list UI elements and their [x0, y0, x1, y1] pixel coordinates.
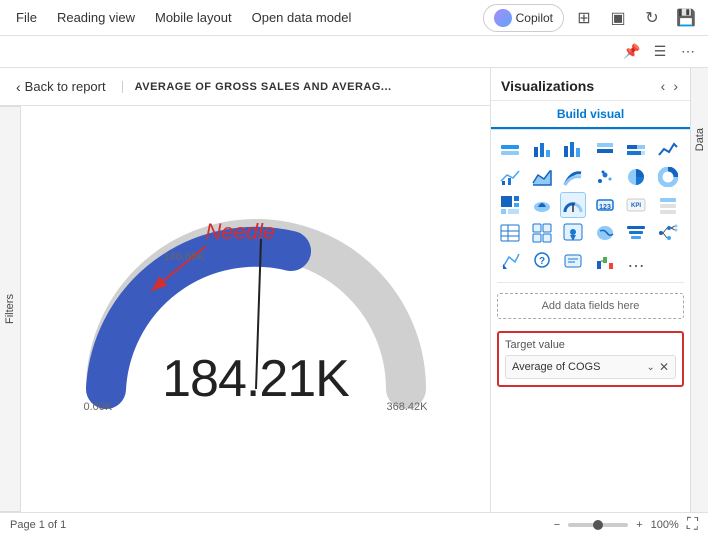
more-visuals-icon[interactable]: … — [623, 248, 649, 274]
copilot-icon — [494, 9, 512, 27]
status-bar: Page 1 of 1 − + 100% ⛶ — [0, 512, 708, 536]
display-icon[interactable]: ▣ — [604, 4, 632, 32]
target-section: Target value Average of COGS ⌄ ✕ — [497, 331, 684, 387]
data-panel-label: Data — [694, 128, 706, 151]
target-value-label: Target value — [505, 339, 676, 351]
table-icon[interactable] — [497, 220, 523, 246]
gauge-max-label: 368.42K — [387, 401, 428, 413]
area-chart-icon[interactable] — [529, 164, 555, 190]
open-data-model-menu[interactable]: Open data model — [244, 6, 360, 29]
needle-arrow-svg — [136, 241, 216, 301]
zoom-plus-icon[interactable]: + — [636, 519, 642, 531]
svg-text:?: ? — [538, 256, 544, 267]
copilot-label: Copilot — [516, 11, 553, 25]
viz-panel-arrows: ‹ › — [659, 76, 680, 96]
main-area: ‹ Back to report AVERAGE OF GROSS SALES … — [0, 68, 708, 512]
gauge-main-value: 184.21K — [162, 349, 349, 409]
binoculars-icon[interactable]: ⊞ — [570, 4, 598, 32]
gauge-container: Needle 146.65K — [76, 189, 436, 429]
viz-divider — [497, 282, 684, 283]
waterfall-icon[interactable] — [592, 248, 618, 274]
refresh-icon[interactable]: ↻ — [638, 4, 666, 32]
ribbon-chart-icon[interactable] — [560, 164, 586, 190]
viz-panel-header: Visualizations ‹ › — [491, 68, 690, 101]
stacked-column-icon[interactable] — [592, 136, 618, 162]
funnel-chart-icon[interactable] — [623, 220, 649, 246]
more-icon[interactable]: ⋯ — [676, 40, 700, 64]
file-menu[interactable]: File — [8, 6, 45, 29]
canvas-area: ‹ Back to report AVERAGE OF GROSS SALES … — [0, 68, 490, 512]
mobile-layout-menu[interactable]: Mobile layout — [147, 6, 240, 29]
azure-map-icon[interactable] — [560, 220, 586, 246]
target-chevron-icon[interactable]: ⌄ — [647, 362, 655, 373]
zoom-minus-icon[interactable]: − — [554, 519, 560, 531]
viz-collapse-left-icon[interactable]: ‹ — [659, 76, 668, 96]
slicer-icon[interactable] — [655, 192, 681, 218]
svg-text:123: 123 — [599, 204, 611, 211]
report-header: ‹ Back to report AVERAGE OF GROSS SALES … — [0, 68, 490, 106]
back-to-report-button[interactable]: ‹ Back to report — [8, 75, 114, 99]
filters-tab-label: Filters — [4, 294, 16, 324]
build-visual-tab[interactable]: Build visual — [491, 101, 690, 129]
data-panel-tab[interactable]: Data — [690, 68, 708, 512]
status-right: − + 100% ⛶ — [554, 516, 698, 534]
zoom-thumb — [593, 520, 603, 530]
menu-bar: File Reading view Mobile layout Open dat… — [0, 0, 708, 36]
target-value-field: Average of COGS ⌄ ✕ — [505, 355, 676, 379]
smart-narrative-icon[interactable] — [560, 248, 586, 274]
line-clustered-icon[interactable] — [497, 164, 523, 190]
needle-label-text: Needle — [206, 219, 276, 245]
map-icon[interactable] — [529, 192, 555, 218]
zoom-slider[interactable] — [568, 523, 628, 527]
target-close-icon[interactable]: ✕ — [659, 360, 669, 374]
donut-chart-icon[interactable] — [655, 164, 681, 190]
gauge-icon[interactable] — [560, 192, 586, 218]
matrix-icon[interactable] — [529, 220, 555, 246]
pin-icon[interactable]: 📌 — [620, 40, 644, 64]
viz-collapse-right-icon[interactable]: › — [671, 76, 680, 96]
treemap-icon[interactable] — [497, 192, 523, 218]
target-field-icons: ⌄ ✕ — [647, 360, 669, 374]
gauge-min-label: 0.00K — [84, 401, 113, 413]
gauge-needle-value: 146.65K — [164, 251, 205, 263]
zoom-level: 100% — [651, 519, 679, 531]
clustered-bar-icon[interactable] — [529, 136, 555, 162]
qa-visual-icon[interactable]: ? — [529, 248, 555, 274]
gauge-area: Needle 146.65K — [21, 106, 490, 512]
filled-map-icon[interactable] — [592, 220, 618, 246]
add-data-field[interactable]: Add data fields here — [497, 293, 684, 319]
filters-tab[interactable]: Filters — [0, 106, 21, 512]
filter-icon[interactable]: ☰ — [648, 40, 672, 64]
viz-tab-row: Build visual — [491, 101, 690, 130]
svg-text:KPI: KPI — [631, 203, 641, 209]
page-indicator: Page 1 of 1 — [10, 519, 66, 531]
kpi-icon[interactable]: KPI — [623, 192, 649, 218]
100pct-stacked-bar-icon[interactable] — [623, 136, 649, 162]
toolbar: 📌 ☰ ⋯ — [0, 36, 708, 68]
target-value-text: Average of COGS — [512, 361, 600, 373]
card-icon[interactable]: 123 — [592, 192, 618, 218]
fit-to-screen-icon[interactable]: ⛶ — [687, 516, 698, 534]
back-to-report-label: Back to report — [25, 79, 106, 94]
viz-panel: Visualizations ‹ › Build visual — [490, 68, 690, 512]
back-chevron-icon: ‹ — [16, 79, 21, 95]
key-influencers-icon[interactable] — [497, 248, 523, 274]
copilot-button[interactable]: Copilot — [483, 4, 564, 32]
needle-annotation: Needle — [206, 219, 276, 245]
viz-panel-title: Visualizations — [501, 78, 594, 94]
stacked-bar-icon[interactable] — [497, 136, 523, 162]
reading-view-menu[interactable]: Reading view — [49, 6, 143, 29]
line-chart-icon[interactable] — [655, 136, 681, 162]
viz-types-grid: 123 KPI — [491, 130, 690, 278]
decomp-tree-icon[interactable] — [655, 220, 681, 246]
save-icon[interactable]: 💾 — [672, 4, 700, 32]
report-title: AVERAGE OF GROSS SALES AND AVERAG... — [122, 81, 482, 93]
clustered-column-icon[interactable] — [560, 136, 586, 162]
pie-chart-icon[interactable] — [623, 164, 649, 190]
scatter-chart-icon[interactable] — [592, 164, 618, 190]
